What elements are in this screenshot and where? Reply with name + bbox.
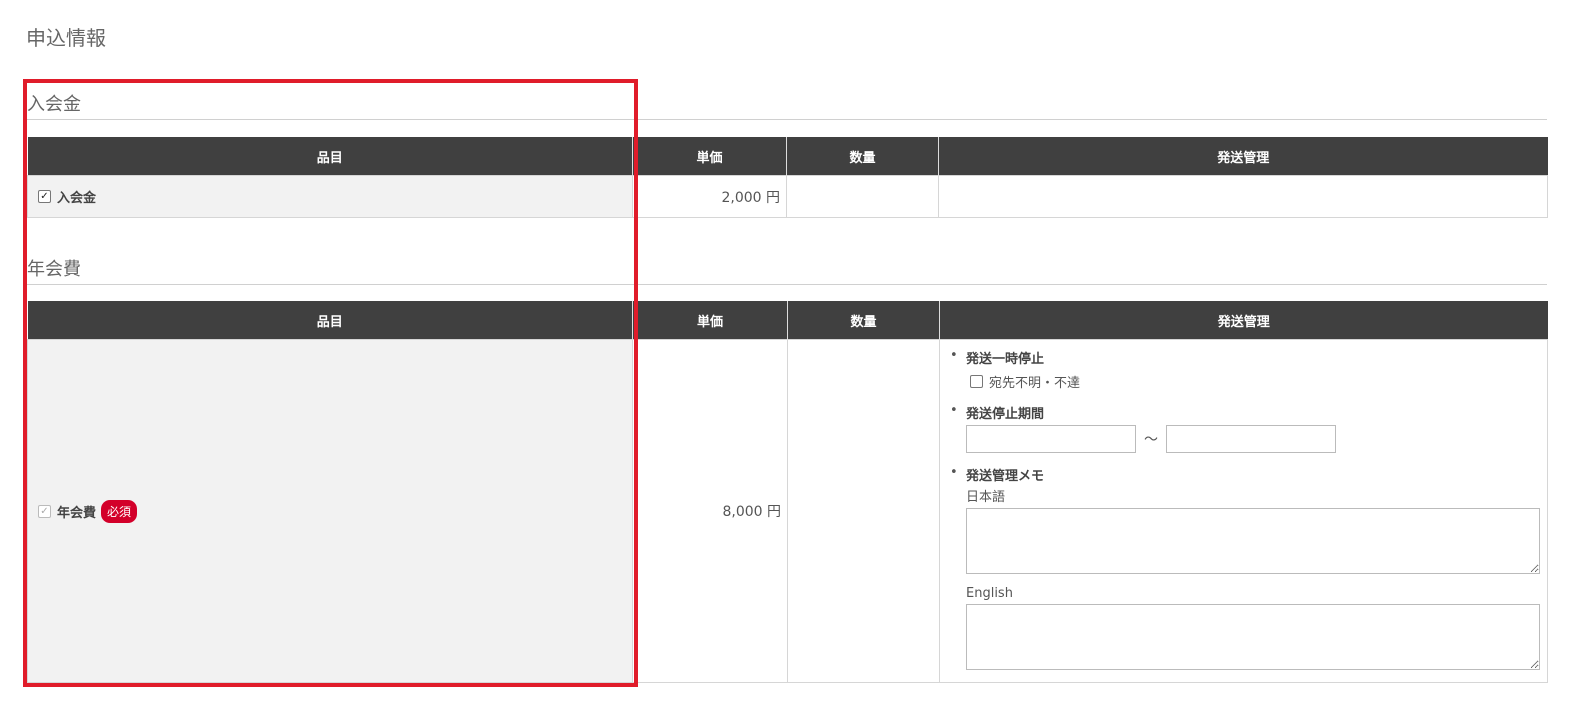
section-divider — [27, 119, 1547, 120]
header-quantity: 数量 — [787, 301, 940, 340]
quantity-cell — [786, 175, 939, 218]
bullet: • — [950, 403, 958, 418]
stop-period-label: 発送停止期間 — [966, 407, 1045, 422]
shipping-memo-label: 発送管理メモ — [966, 469, 1045, 484]
section-divider — [27, 284, 1547, 285]
header-unit-price: 単価 — [632, 137, 787, 176]
header-unit-price: 単価 — [632, 301, 788, 340]
list-item: • 発送一時停止 宛先不明・不達 — [948, 348, 1539, 391]
section-title-annual: 年会費 — [27, 259, 81, 280]
list-item: • 発送停止期間 〜 — [948, 403, 1539, 453]
memo-ja-textarea[interactable] — [966, 508, 1540, 574]
shipping-options: • 発送一時停止 宛先不明・不達 • 発送停止期間 〜 • 発送管理メモ 日本語… — [948, 348, 1540, 670]
stop-period-end-input[interactable] — [1166, 425, 1336, 453]
shipping-cell — [938, 175, 1548, 218]
table-row: ✓ 年会費 必須 8,000 円 • 発送一時停止 宛先不明・不達 • 発送停止… — [27, 339, 1548, 683]
header-item: 品目 — [27, 301, 633, 340]
required-badge: 必須 — [101, 499, 138, 523]
unit-price: 2,000 円 — [632, 175, 787, 218]
header-shipping: 発送管理 — [939, 301, 1548, 340]
shipping-cell: • 発送一時停止 宛先不明・不達 • 発送停止期間 〜 • 発送管理メモ 日本語… — [939, 339, 1548, 683]
memo-lang-en-label: English — [966, 586, 1013, 601]
memo-lang-ja-label: 日本語 — [966, 490, 1006, 505]
unknown-address-label: 宛先不明・不達 — [989, 376, 1081, 391]
page-title: 申込情報 — [26, 26, 106, 50]
unit-price: 8,000 円 — [632, 339, 788, 683]
unknown-address-checkbox[interactable] — [970, 375, 983, 388]
annual-fee-table: 品目 単価 数量 発送管理 ✓ 年会費 必須 8,000 円 • 発送一時停止 — [27, 301, 1548, 683]
item-cell: ✓ 年会費 必須 — [27, 339, 633, 683]
annual-fee-checkbox: ✓ — [38, 504, 51, 518]
item-cell: ✓ 入会金 — [27, 175, 633, 218]
admission-fee-table: 品目 単価 数量 発送管理 ✓ 入会金 2,000 円 — [27, 137, 1548, 218]
admission-fee-checkbox[interactable]: ✓ — [38, 190, 51, 203]
bullet: • — [950, 348, 958, 363]
range-separator: 〜 — [1144, 432, 1158, 448]
table-row: ✓ 入会金 2,000 円 — [27, 175, 1548, 218]
item-name: 年会費 — [57, 505, 97, 521]
table-header-row: 品目 単価 数量 発送管理 — [27, 301, 1548, 340]
shipping-pause-label: 発送一時停止 — [966, 352, 1045, 367]
list-item: • 発送管理メモ 日本語 English — [948, 465, 1540, 670]
table-header-row: 品目 単価 数量 発送管理 — [27, 137, 1548, 176]
header-quantity: 数量 — [786, 137, 939, 176]
item-name: 入会金 — [57, 191, 97, 206]
memo-en-textarea[interactable] — [966, 604, 1540, 670]
section-title-admission: 入会金 — [27, 94, 81, 115]
header-item: 品目 — [27, 137, 633, 176]
quantity-cell — [787, 339, 940, 683]
bullet: • — [950, 465, 958, 480]
header-shipping: 発送管理 — [938, 137, 1548, 176]
stop-period-start-input[interactable] — [966, 425, 1136, 453]
